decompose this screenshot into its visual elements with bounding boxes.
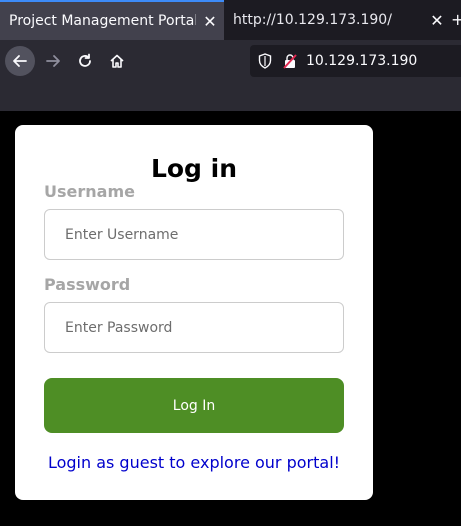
tab-title: http://10.129.173.190/ bbox=[233, 12, 392, 28]
insecure-lock-icon[interactable] bbox=[282, 52, 298, 70]
forward-button[interactable] bbox=[38, 46, 68, 76]
toolbar-strip bbox=[0, 82, 461, 111]
home-button[interactable] bbox=[102, 46, 132, 76]
address-bar[interactable]: 10.129.173.190 bbox=[250, 45, 461, 77]
browser-chrome: Project Management Portal ✕ http://10.12… bbox=[0, 0, 461, 111]
forward-arrow-icon bbox=[46, 55, 60, 67]
tab-title: Project Management Portal bbox=[9, 13, 196, 29]
reload-button[interactable] bbox=[70, 46, 100, 76]
home-icon bbox=[110, 54, 124, 68]
password-field[interactable] bbox=[44, 302, 344, 353]
login-button[interactable]: Log In bbox=[44, 378, 344, 433]
shield-icon[interactable] bbox=[256, 52, 274, 70]
url-text[interactable]: 10.129.173.190 bbox=[306, 53, 417, 69]
close-tab-icon[interactable]: ✕ bbox=[423, 11, 451, 30]
tab-bar: Project Management Portal ✕ http://10.12… bbox=[0, 0, 461, 40]
page-title: Log in bbox=[150, 154, 238, 183]
login-card: Log in Username Password Log In Login as… bbox=[15, 125, 373, 500]
back-arrow-icon bbox=[13, 55, 27, 67]
password-label: Password bbox=[44, 275, 131, 294]
username-label: Username bbox=[44, 182, 135, 201]
close-tab-icon[interactable]: ✕ bbox=[196, 12, 224, 31]
tab-ip-address[interactable]: http://10.129.173.190/ ✕ bbox=[224, 0, 451, 40]
guest-login-link[interactable]: Login as guest to explore our portal! bbox=[15, 453, 373, 472]
navigation-bar: 10.129.173.190 bbox=[0, 40, 461, 82]
new-tab-icon[interactable]: + bbox=[451, 0, 461, 40]
username-field[interactable] bbox=[44, 209, 344, 260]
reload-icon bbox=[79, 53, 91, 67]
back-button[interactable] bbox=[5, 46, 35, 76]
tab-project-management-portal[interactable]: Project Management Portal ✕ bbox=[0, 0, 224, 40]
